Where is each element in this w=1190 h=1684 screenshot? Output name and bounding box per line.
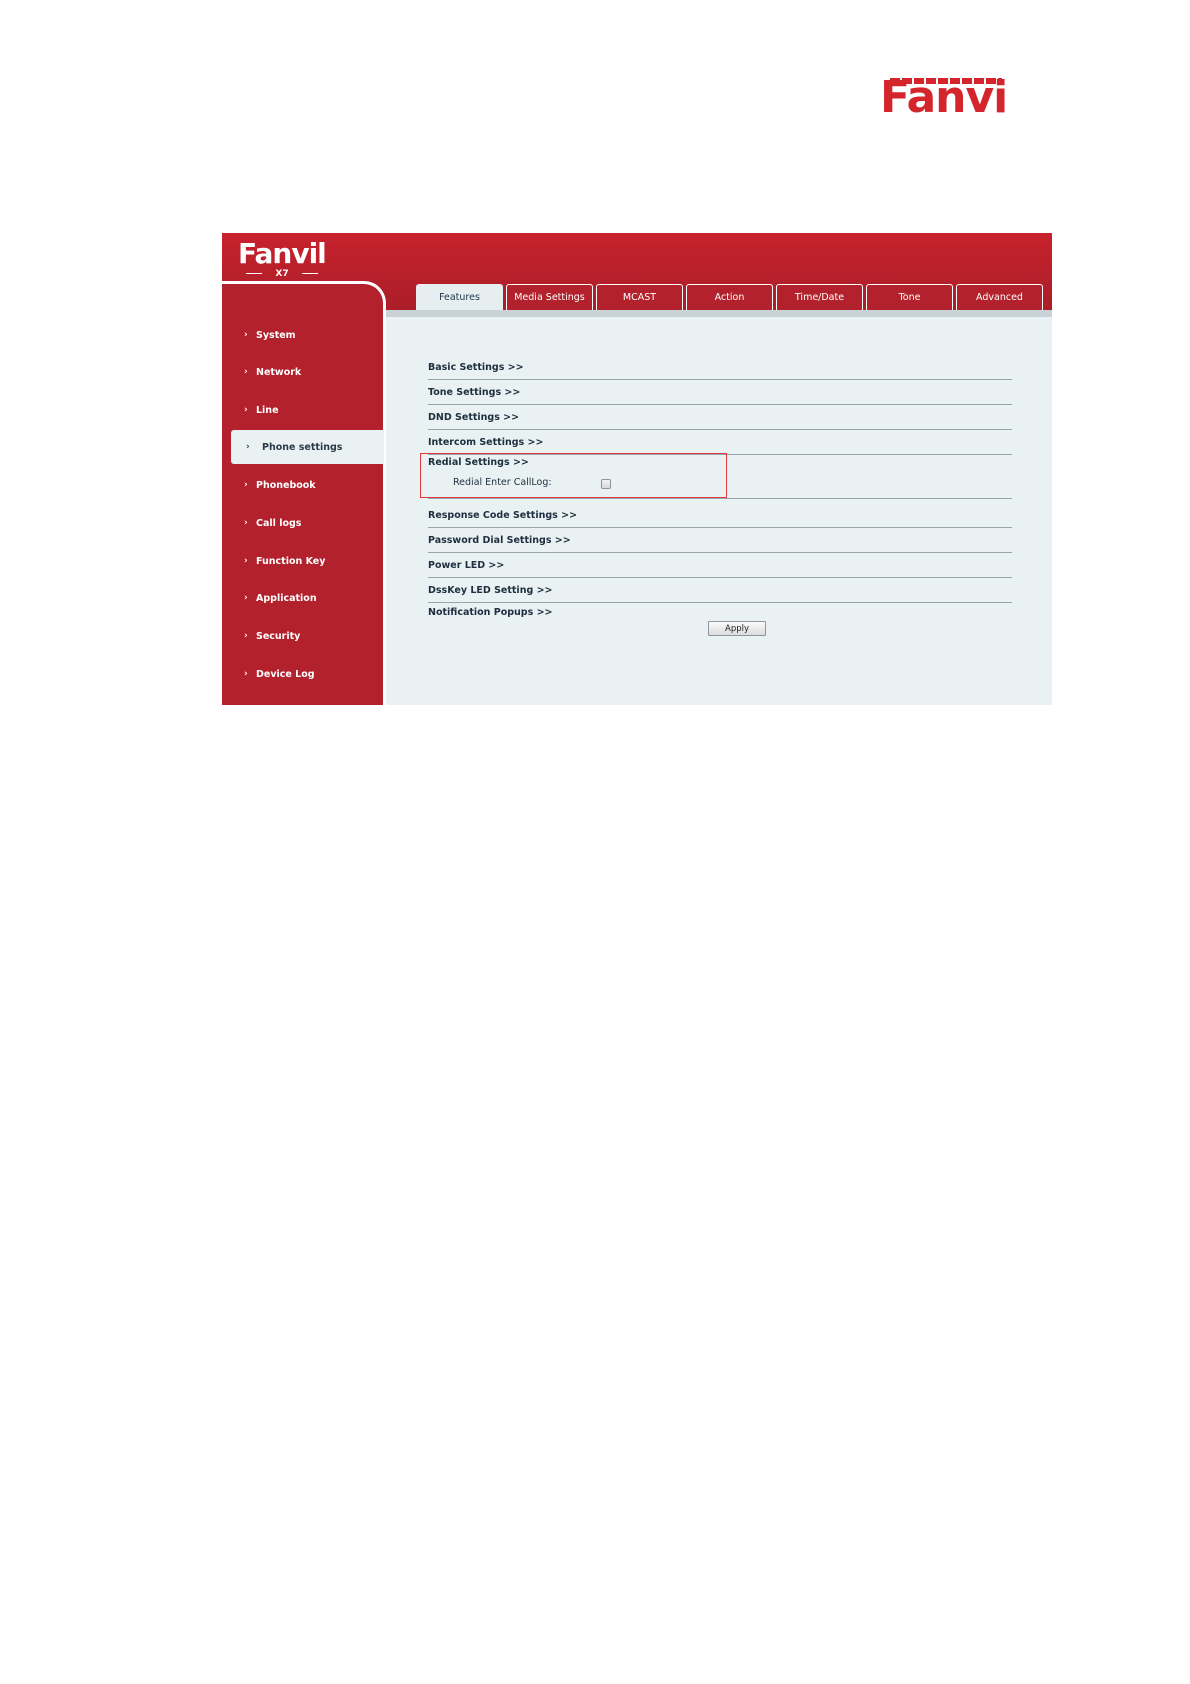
sidebar-item-label: Network (256, 366, 302, 378)
chevron-right-icon: › (244, 480, 248, 490)
model-label: X7 (246, 269, 318, 279)
sidebar-item-label: Line (256, 404, 279, 416)
tab-media-settings[interactable]: Media Settings (506, 284, 593, 310)
sidebar-item-phone-settings[interactable]: › Phone settings (231, 430, 384, 464)
section-label: Tone Settings >> (428, 386, 521, 398)
section-response-code-settings[interactable]: Response Code Settings >> (428, 503, 1012, 528)
page-brand-logo: Fanvil (880, 78, 1010, 120)
app-logo-text: Fanvil (238, 237, 327, 270)
tab-underbar (386, 310, 1052, 317)
sidebar-item-call-logs[interactable]: › Call logs (222, 506, 383, 540)
sidebar-item-application[interactable]: › Application (222, 581, 383, 615)
chevron-right-icon: › (244, 518, 248, 528)
chevron-right-icon: › (244, 631, 248, 641)
sidebar-item-function-key[interactable]: › Function Key (222, 544, 383, 578)
tab-advanced[interactable]: Advanced (956, 284, 1043, 310)
section-tone-settings[interactable]: Tone Settings >> (428, 380, 1012, 405)
sidebar-item-label: System (256, 329, 296, 341)
section-notification-popups[interactable]: Notification Popups >> (428, 603, 1012, 621)
redial-enter-calllog-label: Redial Enter CallLog: (453, 477, 552, 488)
section-dsskey-led-setting[interactable]: DssKey LED Setting >> (428, 578, 1012, 603)
chevron-right-icon: › (246, 442, 250, 452)
tab-time-date[interactable]: Time/Date (776, 284, 863, 310)
chevron-right-icon: › (244, 556, 248, 566)
chevron-right-icon: › (244, 593, 248, 603)
section-label: Response Code Settings >> (428, 509, 578, 521)
sidebar-item-phonebook[interactable]: › Phonebook (222, 468, 383, 502)
chevron-right-icon: › (244, 405, 248, 415)
section-label: DssKey LED Setting >> (428, 584, 553, 596)
sidebar-item-device-log[interactable]: › Device Log (222, 657, 383, 691)
section-power-led[interactable]: Power LED >> (428, 553, 1012, 578)
section-label: Password Dial Settings >> (428, 534, 571, 546)
app-logo: Fanvil X7 (238, 237, 328, 281)
sidebar-item-label: Phone settings (262, 441, 343, 453)
divider (428, 498, 1012, 499)
section-basic-settings[interactable]: Basic Settings >> (428, 355, 1012, 380)
sidebar-item-label: Function Key (256, 555, 326, 567)
tab-features[interactable]: Features (416, 284, 503, 310)
tab-bar: Features Media Settings MCAST Action Tim… (416, 284, 1046, 310)
web-ui-screenshot: Fanvil X7 › System › Network › Line › Ph… (222, 233, 1052, 705)
sidebar-item-system[interactable]: › System (222, 318, 383, 352)
sidebar-item-line[interactable]: › Line (222, 393, 383, 427)
sidebar-item-label: Device Log (256, 668, 315, 680)
redial-enter-calllog-checkbox[interactable] (601, 479, 611, 489)
section-label: DND Settings >> (428, 411, 520, 423)
section-password-dial-settings[interactable]: Password Dial Settings >> (428, 528, 1012, 553)
sidebar-item-security[interactable]: › Security (222, 619, 383, 653)
sidebar-item-label: Application (256, 592, 317, 604)
page-logo-text: Fanvil (880, 78, 1010, 120)
sidebar-item-label: Call logs (256, 517, 302, 529)
sidebar-item-network[interactable]: › Network (222, 355, 383, 389)
section-redial-settings[interactable]: Redial Settings >> (428, 456, 529, 470)
chevron-right-icon: › (244, 367, 248, 377)
sidebar-item-label: Phonebook (256, 479, 316, 491)
chevron-right-icon: › (244, 669, 248, 679)
apply-button[interactable]: Apply (708, 621, 766, 636)
section-label: Notification Popups >> (428, 606, 553, 618)
tab-tone[interactable]: Tone (866, 284, 953, 310)
section-intercom-settings[interactable]: Intercom Settings >> (428, 430, 1012, 455)
tab-action[interactable]: Action (686, 284, 773, 310)
sidebar: › System › Network › Line › Phone settin… (222, 281, 386, 705)
section-label: Intercom Settings >> (428, 436, 544, 448)
features-content: Basic Settings >> Tone Settings >> DND S… (386, 317, 1052, 705)
sidebar-item-label: Security (256, 630, 301, 642)
section-label: Basic Settings >> (428, 361, 524, 373)
chevron-right-icon: › (244, 330, 248, 340)
tab-mcast[interactable]: MCAST (596, 284, 683, 310)
section-dnd-settings[interactable]: DND Settings >> (428, 405, 1012, 430)
section-label: Power LED >> (428, 559, 505, 571)
